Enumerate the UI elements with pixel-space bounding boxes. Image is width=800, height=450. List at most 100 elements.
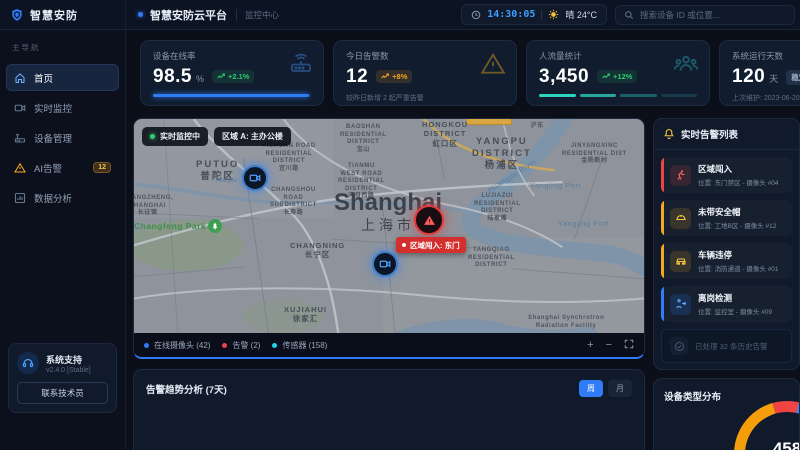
stat-value: 3,450 <box>539 66 589 88</box>
contact-support-button[interactable]: 联系技术员 <box>17 382 108 404</box>
search-input[interactable] <box>640 10 786 20</box>
alert-location: 位置: 东门禁区 - 摄像头 #04 <box>698 177 779 187</box>
map-label: HONGKOU DISTRICT 虹口区 <box>422 120 468 148</box>
shield-logo-icon <box>10 8 24 22</box>
stat-label: 设备在线率 <box>153 50 311 62</box>
search-box[interactable] <box>615 5 795 25</box>
trend-panel-title: 告警趋势分析 (7天) <box>146 382 227 396</box>
device-total: 458 <box>773 439 800 450</box>
trend-badge: +12% <box>597 70 637 83</box>
status-dot <box>138 12 143 17</box>
map-panel: 实时监控中 区域 A: 主办公楼 HONGKOU DISTRICT 虹口区 YA… <box>133 118 645 359</box>
stat-unit: % <box>196 74 204 84</box>
warning-triangle-icon <box>14 162 26 174</box>
stat-note: 较昨日新增 2 起严重告警 <box>346 93 504 103</box>
tab-month[interactable]: 月 <box>608 380 632 397</box>
fullscreen-icon <box>624 339 634 349</box>
home-icon <box>14 72 26 84</box>
intrusion-alert-tag[interactable]: 区域闯入: 东门 <box>396 237 466 253</box>
camera-icon <box>249 172 261 184</box>
video-camera-icon <box>14 102 26 114</box>
alert-title: 未带安全帽 <box>698 206 776 218</box>
platform-header: 智慧安防云平台 监控中心 <box>138 7 279 23</box>
alert-title: 区域闯入 <box>698 163 779 175</box>
zoom-in-button[interactable]: + <box>587 340 593 351</box>
map-label: JINYANGXINC RESIDENTIAL DIST 金杨新村 <box>562 143 627 166</box>
trend-up-icon <box>217 72 225 80</box>
support-card: 系统支持 v2.4.0 [Stable] 联系技术员 <box>8 343 117 413</box>
alert-count-badge: 12 <box>93 162 111 173</box>
stat-note: 上次维护: 2023-06-20 <box>732 93 800 103</box>
sidebar-item-label: 首页 <box>34 71 53 85</box>
legend-sensors: 传感器 (158) <box>272 340 327 351</box>
trend-up-icon <box>381 72 389 80</box>
alert-dot <box>402 243 406 247</box>
car-icon <box>670 251 691 272</box>
alert-title: 离岗检测 <box>698 292 772 304</box>
stat-card-uptime-days: 系统运行天数 120 天 稳定 上次维护: 2023-06-20 <box>719 40 800 106</box>
alert-title: 车辆违停 <box>698 249 779 261</box>
sidebar-item-data-analysis[interactable]: 数据分析 <box>6 184 119 211</box>
warning-triangle-icon <box>480 51 506 82</box>
brand: 智慧安防 <box>0 0 126 29</box>
legend-alerts: 告警 (2) <box>222 340 260 351</box>
live-dot <box>150 134 155 139</box>
traffic-segments <box>539 94 697 97</box>
map-label: TANGQIAO RESIDENTIAL DISTRICT <box>468 247 515 270</box>
support-icon <box>17 352 39 374</box>
platform-title: 智慧安防云平台 <box>150 7 227 23</box>
alert-item-illegal-parking[interactable]: 车辆违停 位置: 消防通道 - 摄像头 #01 <box>661 243 792 279</box>
alert-location: 位置: 消防通道 - 摄像头 #01 <box>698 263 779 273</box>
sidebar-item-ai-alerts[interactable]: AI告警 12 <box>6 154 119 181</box>
processed-alerts-note: 已处理 32 条历史告警 <box>661 329 792 363</box>
zoom-out-button[interactable]: − <box>606 340 612 351</box>
period-toggle: 周 月 <box>579 380 632 397</box>
map-label: Taopu <box>214 175 237 184</box>
alert-location: 位置: 监控室 - 摄像头 #09 <box>698 306 772 316</box>
warning-triangle-icon <box>423 214 436 227</box>
time-weather-pill: 14:30:05 晴 24°C <box>461 4 607 25</box>
map-label: Changfeng Park <box>134 221 206 232</box>
alert-item-no-helmet[interactable]: 未带安全帽 位置: 工地B区 - 摄像头 #12 <box>661 200 792 236</box>
sidebar-item-device-mgmt[interactable]: 设备管理 <box>6 124 119 151</box>
map-footer: 在线摄像头 (42) 告警 (2) 传感器 (158) + − <box>134 333 644 357</box>
tab-week[interactable]: 周 <box>579 380 603 397</box>
alert-marker[interactable] <box>414 205 444 235</box>
fullscreen-button[interactable] <box>624 339 634 352</box>
camera-marker[interactable] <box>372 251 398 277</box>
realtime-alerts-panel: 实时告警列表 区域闯入 位置: 东门禁区 - 摄像头 #04 <box>653 118 800 370</box>
alert-item-absence-detection[interactable]: 离岗检测 位置: 监控室 - 摄像头 #09 <box>661 286 792 322</box>
sidebar-item-live-monitor[interactable]: 实时监控 <box>6 94 119 121</box>
road-shield-chip <box>466 118 512 125</box>
online-rate-progressbar <box>153 94 311 97</box>
stat-card-foot-traffic: 人流量统计 3,450 +12% <box>526 40 710 106</box>
support-title: 系统支持 <box>46 353 91 366</box>
top-header: 智慧安防 智慧安防云平台 监控中心 14:30:05 晴 24°C <box>0 0 800 30</box>
sidebar-item-label: 实时监控 <box>34 101 72 115</box>
clock-icon <box>471 10 481 20</box>
donut-center: 458 总设备数 <box>734 401 800 450</box>
stat-value: 98.5 <box>153 66 192 88</box>
camera-icon <box>379 258 391 270</box>
stable-badge: 稳定 <box>786 70 800 85</box>
stat-value: 12 <box>346 66 368 88</box>
sidebar-item-label: 数据分析 <box>34 191 72 205</box>
search-icon <box>624 10 634 20</box>
check-circle-icon <box>670 337 688 355</box>
camera-marker[interactable] <box>242 165 268 191</box>
stat-card-device-online-rate: 设备在线率 98.5 % +2.1% <box>140 40 324 106</box>
city-map[interactable]: 实时监控中 区域 A: 主办公楼 HONGKOU DISTRICT 虹口区 YA… <box>134 119 644 333</box>
alert-item-intrusion[interactable]: 区域闯入 位置: 东门禁区 - 摄像头 #04 <box>661 157 792 193</box>
people-icon <box>673 51 699 82</box>
running-person-icon <box>670 165 691 186</box>
sidebar-item-label: 设备管理 <box>34 131 72 145</box>
map-label: Yangjing Port <box>530 181 581 190</box>
clock-time: 14:30:05 <box>487 9 535 20</box>
alert-trend-panel: 告警趋势分析 (7天) 周 月 <box>133 369 645 450</box>
map-label: BAOSHAN RESIDENTIAL DISTRICT 宝山 <box>340 124 387 154</box>
stat-unit: 天 <box>769 72 778 85</box>
legend-online-cameras: 在线摄像头 (42) <box>144 340 210 351</box>
divider <box>541 10 542 20</box>
sidebar-item-home[interactable]: 首页 <box>6 64 119 91</box>
security-dashboard: 智慧安防 智慧安防云平台 监控中心 14:30:05 晴 24°C <box>0 0 800 450</box>
